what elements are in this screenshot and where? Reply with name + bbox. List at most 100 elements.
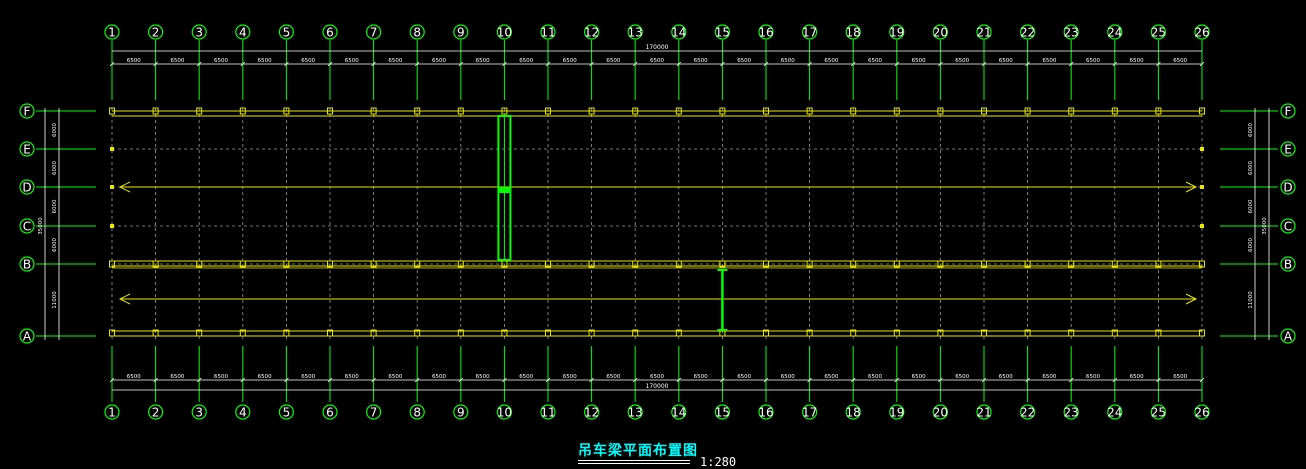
column-axis-label: 19 xyxy=(889,406,904,420)
bay-dimension-text: 6500 xyxy=(606,58,620,64)
span-dimension-text: 6000 xyxy=(1248,123,1254,137)
column-axis-label: 4 xyxy=(239,26,247,40)
row-axis-label: D xyxy=(1283,181,1292,195)
column-axis-label: 10 xyxy=(497,406,512,420)
end-column-marker xyxy=(110,185,114,189)
column-axis-label: 20 xyxy=(933,26,948,40)
bay-dimension-text: 6500 xyxy=(476,374,490,380)
total-span-text: 35000 xyxy=(38,217,44,235)
span-dimension-text: 6000 xyxy=(52,123,58,137)
bay-dimension-text: 6500 xyxy=(301,374,315,380)
column-axis-label: 5 xyxy=(283,406,291,420)
column-axis-label: 8 xyxy=(413,26,421,40)
column-axis-label: 2 xyxy=(152,26,160,40)
bay-dimension-text: 6500 xyxy=(432,374,446,380)
column-axis-label: 15 xyxy=(715,406,730,420)
column-axis-label: 11 xyxy=(540,406,555,420)
column-axis-label: 26 xyxy=(1194,406,1209,420)
column-axis-label: 12 xyxy=(584,406,599,420)
column-axis-label: 2 xyxy=(152,406,160,420)
column-axis-label: 6 xyxy=(326,406,334,420)
row-axis-label: B xyxy=(1284,258,1292,272)
column-axis-label: 17 xyxy=(802,26,817,40)
bay-dimension-text: 6500 xyxy=(955,374,969,380)
column-axis-label: 6 xyxy=(326,26,334,40)
total-length-top: 170000 xyxy=(646,44,669,51)
span-dimension-text: 6000 xyxy=(1248,238,1254,252)
column-axis-label: 16 xyxy=(758,26,773,40)
span-dimension-text: 11000 xyxy=(52,291,58,309)
column-axis-label: 18 xyxy=(846,26,861,40)
column-axis-label: 4 xyxy=(239,406,247,420)
bay-dimension-text: 6500 xyxy=(170,374,184,380)
row-axis-label: F xyxy=(1285,105,1292,119)
span-dimension-text: 11000 xyxy=(1248,291,1254,309)
bay-dimension-text: 6500 xyxy=(345,58,359,64)
bay-dimension-text: 6500 xyxy=(1130,374,1144,380)
span-dimension-text: 6000 xyxy=(1248,161,1254,175)
bay-dimension-text: 6500 xyxy=(388,374,402,380)
bay-dimension-text: 6500 xyxy=(606,374,620,380)
span-dimension-text: 6000 xyxy=(52,199,58,213)
column-axis-label: 9 xyxy=(457,26,465,40)
column-axis-label: 20 xyxy=(933,406,948,420)
column-axis-label: 17 xyxy=(802,406,817,420)
column-axis-label: 5 xyxy=(283,26,291,40)
row-axis-label: E xyxy=(1284,143,1292,157)
dimension-layer: 6500 6500 6500 6500 6500 6500 6500 6500 6500 6500… xyxy=(38,44,1270,391)
bay-dimension-text: 6500 xyxy=(519,58,533,64)
title-block: 吊车梁平面布置图 xyxy=(578,440,698,464)
column-axis-label: 15 xyxy=(715,26,730,40)
column-axis-label: 23 xyxy=(1064,26,1079,40)
end-column-marker xyxy=(1200,147,1204,151)
row-axis-label: C xyxy=(23,220,31,234)
column-axis-label: 8 xyxy=(413,406,421,420)
end-column-marker xyxy=(1200,224,1204,228)
bay-dimension-text: 6500 xyxy=(258,374,272,380)
crane-beam-plan-drawing: 6500 6500 6500 6500 6500 6500 6500 6500 6500 6500… xyxy=(19,24,1296,420)
column-axis-label: 19 xyxy=(889,26,904,40)
end-column-marker xyxy=(110,147,114,151)
bay-dimension-text: 6500 xyxy=(737,374,751,380)
row-axis-label: B xyxy=(23,258,31,272)
span-dimension-text: 6000 xyxy=(52,161,58,175)
column-axis-label: 10 xyxy=(497,26,512,40)
column-axis-label: 11 xyxy=(540,26,555,40)
column-axis-label: 24 xyxy=(1107,26,1122,40)
column-axis-label: 23 xyxy=(1064,406,1079,420)
bay-dimension-text: 6500 xyxy=(170,58,184,64)
column-axis-label: 13 xyxy=(628,26,643,40)
column-axis-label: 13 xyxy=(628,406,643,420)
bay-dimension-text: 6500 xyxy=(824,374,838,380)
bay-dimension-text: 6500 xyxy=(1086,58,1100,64)
column-axis-label: 1 xyxy=(108,26,116,40)
bay-dimension-text: 6500 xyxy=(1042,374,1056,380)
bay-dimension-text: 6500 xyxy=(563,58,577,64)
bay-dimension-text: 6500 xyxy=(694,374,708,380)
end-column-marker xyxy=(110,224,114,228)
bay-dimension-text: 6500 xyxy=(432,58,446,64)
bay-dimension-text: 6500 xyxy=(650,374,664,380)
bay-dimension-text: 6500 xyxy=(999,58,1013,64)
title-underline-2 xyxy=(578,463,690,464)
crane-trolley-upper xyxy=(499,187,510,193)
row-axis-label: E xyxy=(23,143,31,157)
bay-dimension-text: 6500 xyxy=(999,374,1013,380)
column-axis-label: 25 xyxy=(1151,406,1166,420)
bay-dimension-text: 6500 xyxy=(781,58,795,64)
row-axis-label: A xyxy=(1284,330,1293,344)
crane-layer xyxy=(497,115,728,331)
bay-dimension-text: 6500 xyxy=(1042,58,1056,64)
column-axis-label: 26 xyxy=(1194,26,1209,40)
total-span-text: 35000 xyxy=(1262,217,1268,235)
bay-dimension-text: 6500 xyxy=(1130,58,1144,64)
bay-dimension-text: 6500 xyxy=(214,58,228,64)
column-axis-label: 22 xyxy=(1020,406,1035,420)
column-axis-label: 22 xyxy=(1020,26,1035,40)
column-axis-label: 1 xyxy=(108,406,116,420)
bay-dimension-text: 6500 xyxy=(476,58,490,64)
span-dimension-text: 6000 xyxy=(1248,199,1254,213)
column-axis-label: 14 xyxy=(671,26,686,40)
bay-dimension-text: 6500 xyxy=(301,58,315,64)
column-axis-label: 7 xyxy=(370,26,378,40)
